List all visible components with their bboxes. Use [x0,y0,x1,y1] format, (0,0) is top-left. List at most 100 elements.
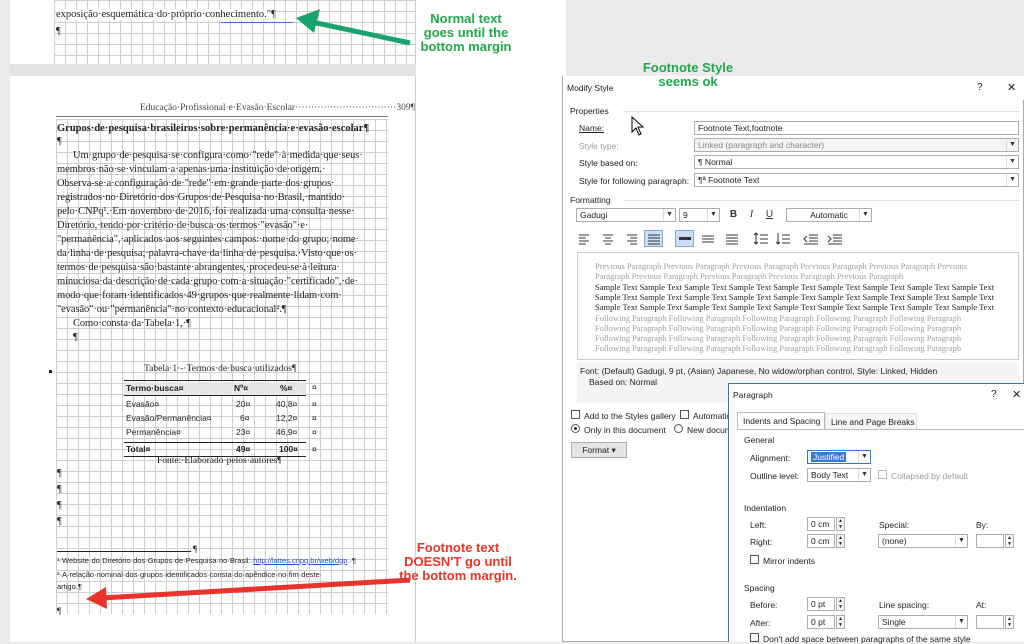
outline-level-value: Body Text [811,470,849,480]
font-select[interactable]: Gadugi ▼ [576,208,676,222]
indentation-section-label: Indentation [744,503,787,513]
close-button[interactable]: ✕ [1007,81,1016,94]
properties-section-label: Properties [570,106,609,116]
dont-add-space-label: Don't add space between paragraphs of th… [763,634,971,644]
by-field[interactable] [976,534,1004,548]
special-select[interactable]: (none) ▼ [878,534,968,548]
after-field[interactable]: 0 pt [807,615,835,629]
at-field[interactable] [976,615,1004,629]
justify-icon [648,234,660,245]
decrease-indent-icon[interactable] [803,233,819,245]
align-right-icon[interactable] [624,233,638,245]
after-spinner[interactable]: ▲ ▼ [836,615,845,629]
bold-button[interactable]: B [725,207,742,223]
special-value: (none) [882,536,907,546]
help-button[interactable]: ? [977,82,983,93]
mouse-cursor-icon [631,116,645,136]
based-on-select[interactable]: ¶ Normal ▼ [694,155,1019,169]
underline-button[interactable]: U [761,207,778,223]
automatic-update-label: Automatic [693,411,731,421]
chevron-down-icon: ▼ [1006,139,1018,151]
left-indent-spinner[interactable]: ▲ ▼ [836,517,845,531]
at-spinner[interactable]: ▲ ▼ [1005,615,1014,629]
right-indent-label: Right: [750,537,773,547]
chevron-down-icon: ▼ [707,209,719,221]
divider [623,111,1019,112]
right-indent-spinner[interactable]: ▲ ▼ [836,534,845,548]
paragraph-dialog: Paragraph ? ✕ Indents and Spacing Line a… [728,383,1024,644]
chevron-down-icon: ▼ [1006,174,1018,186]
after-value: 0 pt [811,617,826,627]
divider [623,200,1019,201]
outline-level-label: Outline level: [750,471,800,481]
collapsed-checkbox [878,470,887,479]
new-documents-radio[interactable] [674,424,683,433]
align-center-icon[interactable] [601,233,615,245]
dont-add-space-checkbox[interactable] [750,633,759,642]
special-label: Special: [879,520,910,530]
following-label: Style for following paragraph: [579,176,690,186]
automatic-update-checkbox[interactable] [680,410,689,419]
font-value: Gadugi [580,210,608,220]
outline-level-select[interactable]: Body Text ▼ [807,468,871,482]
annotation-normal-text: Normal text goes until the bottom margin [420,11,512,54]
annotation-footnote-text: Footnote text DOESN'T go until the botto… [399,540,517,583]
dialog-title-bar: Paragraph ? ✕ [729,384,1024,406]
chevron-down-icon: ▼ [1006,156,1018,168]
space-after-icon[interactable] [775,232,791,246]
dialog-title-bar: Modify Style ? ✕ [563,76,1024,100]
chevron-down-icon: ▼ [663,209,675,221]
space-before-icon[interactable] [753,232,769,246]
chevron-down-icon: ▼ [858,451,870,463]
alignment-select[interactable]: Justified ▼ [807,450,871,464]
line-spacing-single-button[interactable] [675,230,694,247]
right-indent-field[interactable]: 0 cm [807,534,835,548]
preview-sample-text: Sample Text Sample Text Sample Text Samp… [595,282,995,312]
name-field[interactable]: Footnote Text,footnote [694,121,1019,135]
style-type-select: Linked (paragraph and character) ▼ [694,138,1019,152]
tab-indents-and-spacing[interactable]: Indents and Spacing [737,412,825,429]
mirror-indents-checkbox[interactable] [750,555,759,564]
based-on-label: Style based on: [579,158,638,168]
font-color-select[interactable]: Automatic ▼ [786,208,872,222]
left-indent-label: Left: [750,520,767,530]
font-color-value: Automatic [810,210,848,220]
line-spacing-15-icon[interactable] [701,233,715,245]
line-spacing-double-icon[interactable] [725,233,739,245]
close-button[interactable]: ✕ [1012,388,1021,401]
preview-following-paragraph: Following Paragraph Following Paragraph … [595,313,962,353]
preview-previous-paragraph: Previous Paragraph Previous Paragraph Pr… [595,261,968,281]
alignment-value: Justified [811,452,847,462]
new-documents-label: New docum [687,425,732,435]
based-on-value: ¶ Normal [698,157,733,167]
before-field[interactable]: 0 pt [807,597,835,611]
by-label: By: [976,520,989,530]
single-spacing-icon [679,237,691,240]
chevron-down-icon: ▼ [955,535,967,547]
spacing-section-label: Spacing [744,583,775,593]
increase-indent-icon[interactable] [827,233,843,245]
align-left-icon[interactable] [578,233,592,245]
by-spinner[interactable]: ▲ ▼ [1005,534,1014,548]
add-to-gallery-checkbox[interactable] [571,410,580,419]
help-button[interactable]: ? [991,389,997,400]
left-indent-value: 0 cm [811,519,830,529]
justify-button[interactable] [644,230,663,247]
right-indent-value: 0 cm [811,536,830,546]
only-this-document-radio[interactable] [571,424,580,433]
chevron-down-icon: ▼ [955,616,967,628]
left-indent-field[interactable]: 0 cm [807,517,835,531]
before-spinner[interactable]: ▲ ▼ [836,597,845,611]
before-value: 0 pt [811,599,826,609]
dialog-title: Paragraph [733,390,773,400]
chevron-down-icon: ▼ [859,209,871,221]
before-label: Before: [750,600,778,610]
following-select[interactable]: ¶ª Footnote Text ▼ [694,173,1019,187]
line-spacing-select[interactable]: Single ▼ [878,615,968,629]
italic-button[interactable]: I [743,207,760,223]
format-button[interactable]: Format ▾ [571,442,627,458]
description-line-2: Based on: Normal [589,377,658,387]
font-size-select[interactable]: 9 ▼ [679,208,720,222]
following-value: ¶ª Footnote Text [698,175,760,185]
tab-line-and-page-breaks[interactable]: Line and Page Breaks [825,413,917,429]
